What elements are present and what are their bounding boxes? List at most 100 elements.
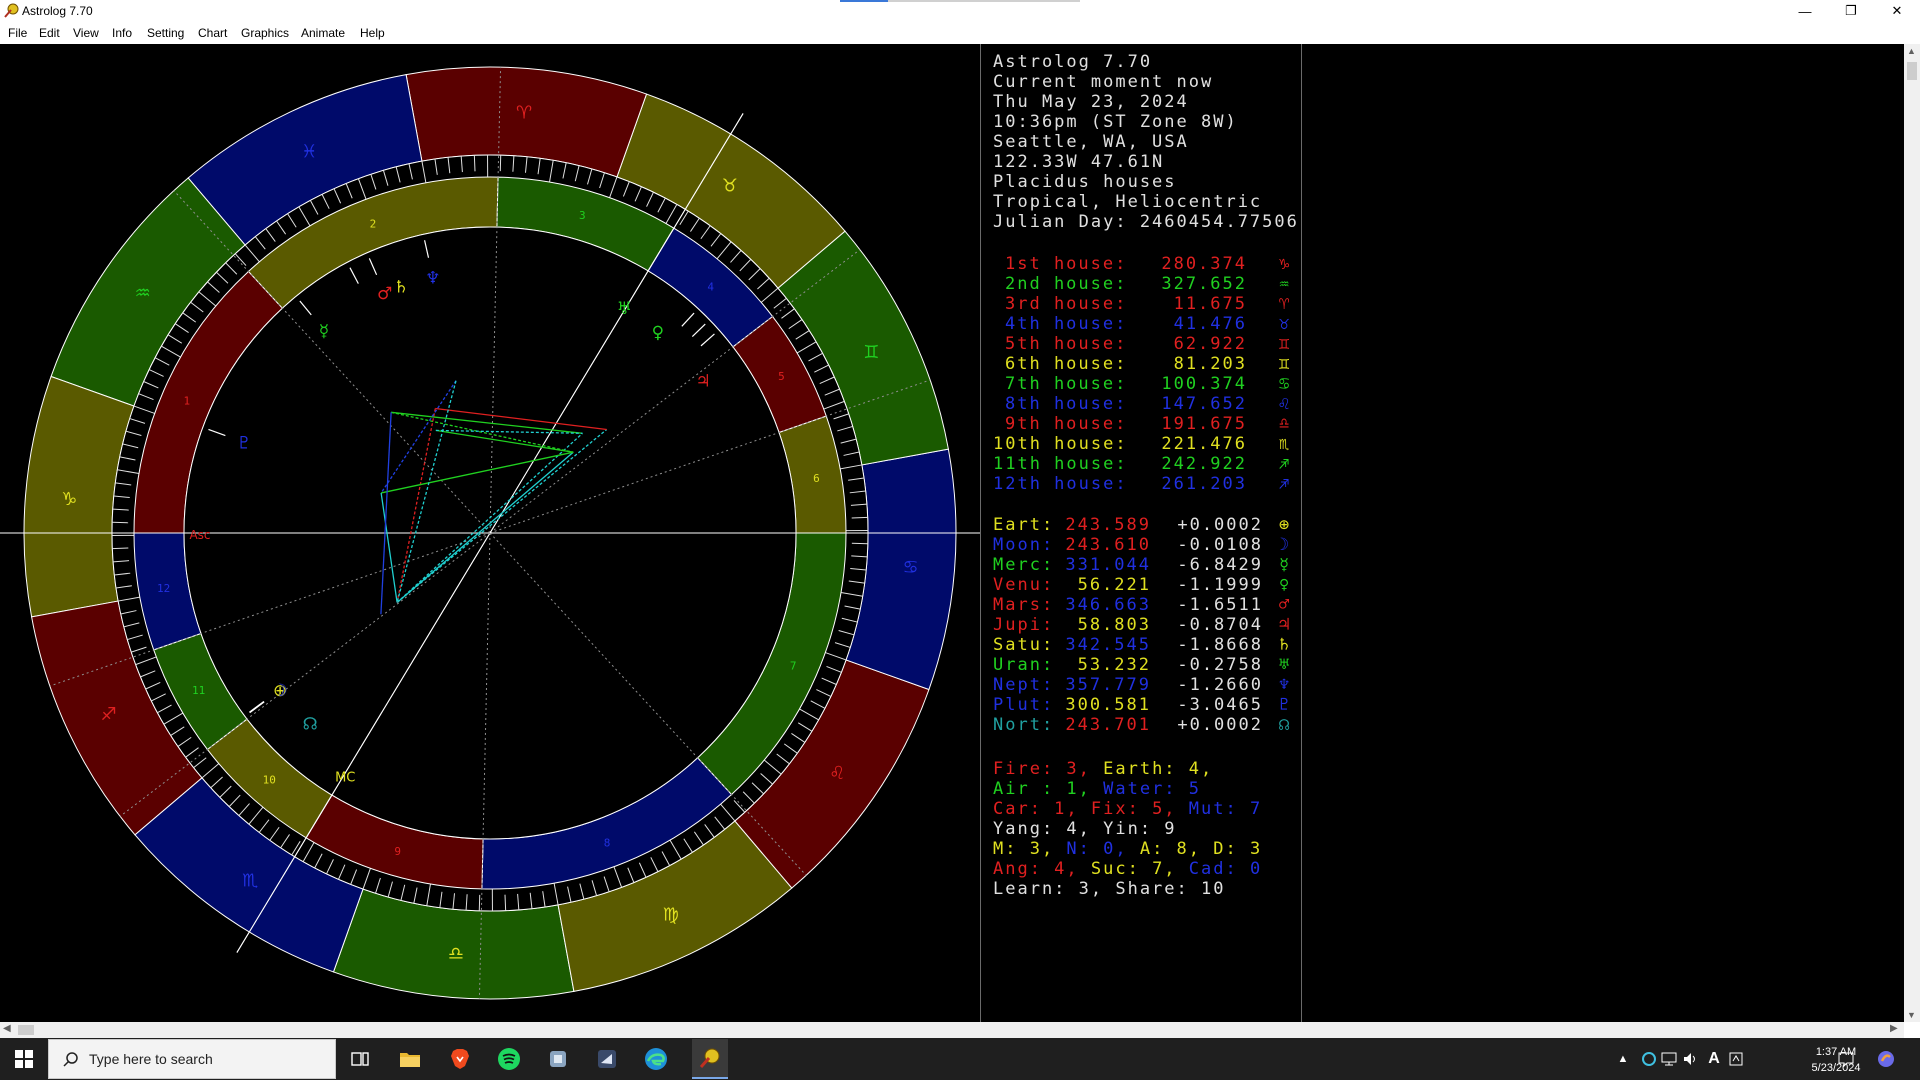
restore-button[interactable]: ❐ — [1828, 0, 1874, 22]
edge-browser-icon[interactable] — [642, 1045, 670, 1073]
planet-glyph-icon: ☽ — [272, 681, 287, 701]
stat-line: Air : 1, Water: 5 — [993, 779, 1201, 799]
astrolog-taskbar-icon[interactable] — [692, 1039, 728, 1079]
planet-name: Mars: — [993, 595, 1055, 615]
planet-glyph-icon: ♅ — [1279, 655, 1292, 675]
planet-longitude: 58.803 — [1077, 615, 1151, 635]
house-label: 5th house: — [1005, 334, 1128, 354]
stat-segment: Air : 1, — [993, 779, 1104, 799]
house-cusp-value: 242.922 — [1161, 454, 1247, 474]
scroll-right-arrow-icon[interactable]: ▶ — [1890, 1023, 1898, 1034]
zodiac-sign-glyph-icon: ♌ — [829, 763, 845, 784]
info-panel: Astrolog 7.70 Current moment now Thu May 2… — [980, 44, 1302, 1022]
house-label: 7th house: — [1005, 374, 1128, 394]
planet-longitude: 342.545 — [1065, 635, 1151, 655]
scroll-up-arrow-icon[interactable]: ▲ — [1907, 46, 1916, 56]
planet-glyph-icon: ☊ — [1279, 715, 1292, 735]
title-bar: Astrolog 7.70 — ❐ ✕ — [0, 0, 1920, 22]
planet-speed: +0.0002 — [1177, 715, 1263, 735]
menu-animate[interactable]: Animate — [301, 26, 345, 40]
planet-name: Nort: — [993, 715, 1055, 735]
copilot-icon[interactable] — [1872, 1045, 1900, 1073]
info-line: 10:36pm (ST Zone 8W) — [993, 112, 1238, 132]
house-number: 5 — [778, 370, 785, 383]
planet-speed: -0.0108 — [1177, 535, 1263, 555]
planet-longitude: 357.779 — [1065, 675, 1151, 695]
keyboard-indicator-icon[interactable] — [1722, 1045, 1750, 1073]
house-cusp-value: 280.374 — [1161, 254, 1247, 274]
zodiac-sign-glyph-icon: ♑ — [61, 489, 77, 510]
house-sign-icon: ♋ — [1279, 374, 1292, 394]
house-label: 1st house: — [1005, 254, 1128, 274]
windows-start-icon[interactable] — [10, 1045, 38, 1073]
stat-line: Yang: 4, Yin: 9 — [993, 819, 1177, 839]
house-sign-icon: ♊ — [1279, 354, 1292, 374]
scroll-left-arrow-icon[interactable]: ◀ — [3, 1023, 11, 1034]
house-cusp-value: 221.476 — [1161, 434, 1247, 454]
house-cusp-value: 41.476 — [1173, 314, 1247, 334]
house-number: 7 — [790, 660, 797, 673]
vertical-scrollbar[interactable]: ▲ ▼ — [1904, 44, 1920, 1022]
stat-segment: Mut: 7 — [1188, 799, 1263, 819]
close-button[interactable]: ✕ — [1874, 0, 1920, 22]
menu-help[interactable]: Help — [360, 26, 385, 40]
degree-tick — [112, 547, 129, 550]
house-number: 11 — [192, 684, 205, 697]
planet-name: Satu: — [993, 635, 1055, 655]
title-accent-highlight — [840, 0, 888, 2]
menu-bar: File Edit View Info Setting Chart Graphi… — [0, 22, 1920, 45]
house-label: 8th house: — [1005, 394, 1128, 414]
horizontal-scrollbar[interactable]: ◀ ▶ — [0, 1022, 1904, 1038]
scroll-down-arrow-icon[interactable]: ▼ — [1907, 1010, 1916, 1020]
planet-longitude: 56.221 — [1077, 575, 1151, 595]
horizontal-scroll-thumb[interactable] — [18, 1025, 34, 1035]
house-sign-icon: ♏ — [1279, 434, 1292, 454]
taskbar-search-box[interactable]: Type here to search — [48, 1039, 336, 1079]
menu-edit[interactable]: Edit — [39, 26, 60, 40]
stat-line: Learn: 3, Share: 10 — [993, 879, 1225, 899]
house-cusp-value: 147.652 — [1161, 394, 1247, 414]
stat-segment: M: 3, — [993, 839, 1067, 859]
house-sign-icon: ♎ — [1279, 414, 1292, 434]
house-sign-icon: ♐ — [1279, 454, 1292, 474]
planet-name: Eart: — [993, 515, 1055, 535]
house-number: 12 — [157, 582, 170, 595]
app-tool-icon[interactable] — [544, 1045, 572, 1073]
stat-segment: Water: 5 — [1103, 779, 1202, 799]
menu-chart[interactable]: Chart — [198, 26, 227, 40]
obsidian-icon[interactable] — [593, 1045, 621, 1073]
menu-view[interactable]: View — [73, 26, 99, 40]
house-label: 9th house: — [1005, 414, 1128, 434]
info-line: Julian Day: 2460454.77506 — [993, 212, 1299, 232]
tray-chevron-icon[interactable]: ▲ — [1609, 1045, 1637, 1073]
planet-longitude: 346.663 — [1065, 595, 1151, 615]
planet-glyph-icon: ☊ — [303, 715, 318, 735]
spotify-icon[interactable] — [495, 1045, 523, 1073]
menu-setting[interactable]: Setting — [147, 26, 184, 40]
minimize-button[interactable]: — — [1782, 0, 1828, 22]
planet-glyph-icon: ♅ — [617, 299, 632, 319]
house-sign-icon: ♑ — [1279, 254, 1292, 274]
file-explorer-icon[interactable] — [396, 1045, 424, 1073]
planet-glyph-icon: ♄ — [1279, 635, 1292, 655]
vertical-scroll-thumb[interactable] — [1907, 62, 1917, 80]
notifications-icon[interactable] — [1832, 1045, 1860, 1073]
info-line: Placidus houses — [993, 172, 1177, 192]
chart-wheel[interactable]: ♎♍♌♋♊♉♈♓♒♑♐♏123456789101112AscMC⊕☽☿ ♀♂♃♄♅… — [0, 44, 980, 1022]
menu-info[interactable]: Info — [112, 26, 132, 40]
chart-canvas[interactable]: ♎ ♍ ♌ ♋ ♊ ♉ ♈ ♓ ♒ ♑ ♐ ♏ 1 2 3 4 5 6 7 8 9 10 11 12 Asc MC ⊕ ☽ ☿ ♀ ♂ ♃ ♄ ♅… — [0, 44, 1904, 1022]
brave-browser-icon[interactable] — [446, 1045, 474, 1073]
menu-graphics[interactable]: Graphics — [241, 26, 289, 40]
house-sign-icon: ♉ — [1279, 314, 1292, 334]
house-number: 6 — [813, 472, 820, 485]
planet-name: Jupi: — [993, 615, 1055, 635]
planet-speed: -6.8429 — [1177, 555, 1263, 575]
task-view-icon[interactable] — [346, 1045, 374, 1073]
stat-segment: A: 8, — [1139, 839, 1214, 859]
planet-glyph-icon: ♆ — [1279, 675, 1292, 695]
menu-file[interactable]: File — [8, 26, 27, 40]
zodiac-sign-glyph-icon: ♉ — [722, 176, 738, 197]
planet-longitude: 53.232 — [1077, 655, 1151, 675]
planet-longitude: 243.589 — [1065, 515, 1151, 535]
stat-segment: Ang: 4, — [993, 859, 1091, 879]
